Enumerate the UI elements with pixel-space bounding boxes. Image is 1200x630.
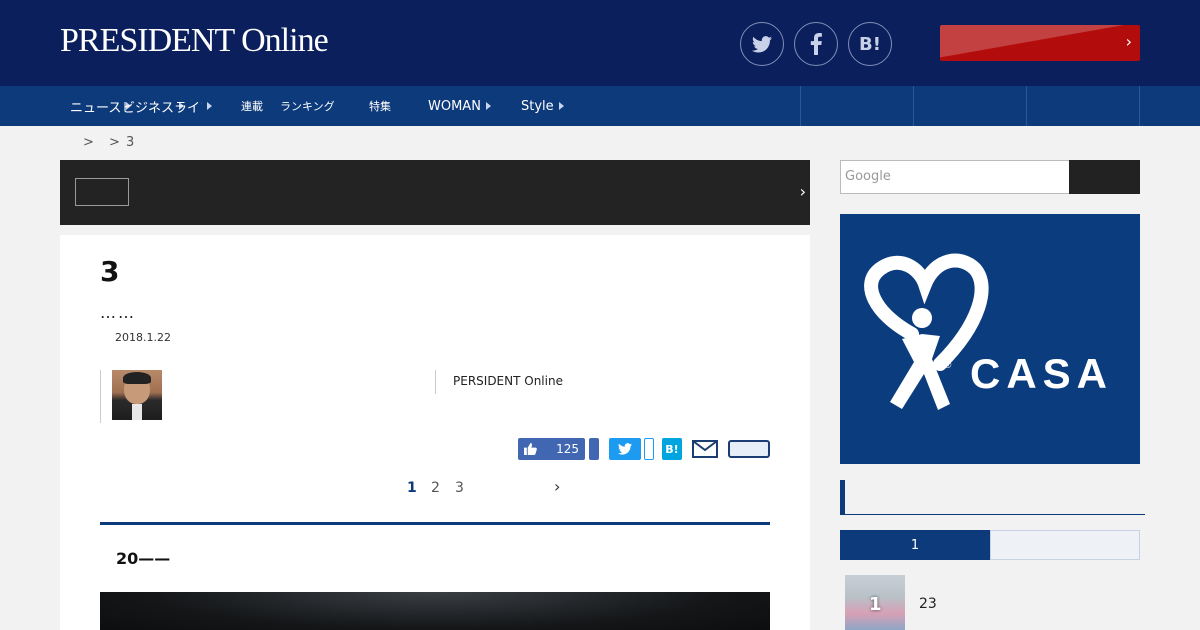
- nav-divider: [800, 86, 801, 126]
- page-link-3[interactable]: 3: [455, 480, 464, 496]
- twitter-icon: [752, 35, 772, 52]
- hatena-icon: B!: [859, 33, 881, 55]
- chevron-right-icon: ›: [1125, 32, 1132, 51]
- ranking-heading: [840, 480, 1145, 515]
- page-link-1[interactable]: 1: [407, 480, 417, 496]
- nav-label: ビジネス: [122, 100, 175, 116]
- breadcrumb-separator: >: [83, 135, 94, 150]
- twitter-share-button[interactable]: [740, 22, 784, 66]
- tweet-count-bubble: [644, 438, 654, 460]
- section-heading: 20——: [116, 549, 171, 568]
- nav-label: 連載: [241, 100, 263, 113]
- ranking-title[interactable]: 23: [919, 596, 937, 612]
- main-nav: ニュース ビジネス ライフスタイル 連載 ランキング 特集 WOMAN Styl…: [0, 86, 1200, 126]
- section-rule: [100, 522, 770, 525]
- nav-item-lifestyle[interactable]: ライフスタイル: [174, 86, 212, 126]
- nav-item-series[interactable]: 連載: [241, 86, 263, 126]
- share-extra-button[interactable]: [728, 440, 770, 458]
- casa-logo: ® CASA: [864, 253, 1113, 410]
- ad-brand: CASA: [970, 350, 1113, 397]
- site-logo[interactable]: PRESIDENT Online: [60, 22, 329, 60]
- article-photo: [100, 592, 770, 630]
- publisher-divider: [435, 370, 436, 394]
- facebook-share-button[interactable]: [589, 438, 599, 460]
- article-title: 3: [100, 255, 120, 288]
- author-avatar[interactable]: [112, 370, 162, 420]
- site-header: PRESIDENT Online B! ›: [0, 0, 1200, 86]
- twitter-icon: [618, 443, 632, 455]
- nav-label: 特集: [369, 100, 391, 113]
- nav-divider: [1139, 86, 1140, 126]
- nav-label: Style: [521, 98, 554, 114]
- next-page-chevron-icon[interactable]: ›: [554, 477, 560, 496]
- hatena-bookmark-button[interactable]: B!: [848, 22, 892, 66]
- nav-divider: [913, 86, 914, 126]
- casa-ad-banner[interactable]: ® CASA: [840, 214, 1140, 464]
- page-link-2[interactable]: 2: [431, 480, 440, 496]
- publisher-name: PERSIDENT Online: [453, 374, 563, 388]
- thumbs-up-icon: [524, 443, 537, 455]
- ad-registered-mark: ®: [944, 360, 952, 371]
- author-divider: [100, 370, 101, 423]
- caret-right-icon: [207, 102, 212, 110]
- nav-label: ニュース: [70, 100, 122, 116]
- nav-divider: [1026, 86, 1027, 126]
- button-shine: [940, 25, 1140, 61]
- premium-button[interactable]: ›: [940, 25, 1140, 61]
- facebook-like-button[interactable]: 125: [518, 438, 585, 460]
- series-label-box: [75, 178, 129, 206]
- ranking-number: 1: [869, 594, 882, 615]
- article-card: 3 …… 2018.1.22 PERSIDENT Online 125 B! 1…: [60, 235, 810, 630]
- nav-label: ライフスタイル: [174, 100, 202, 116]
- caret-right-icon: [485, 102, 491, 110]
- hatena-bookmark-button[interactable]: B!: [662, 438, 682, 460]
- avatar-hair: [123, 372, 151, 384]
- ranking-heading-bar: [840, 480, 845, 515]
- ranking-tab-active[interactable]: 1: [840, 530, 990, 560]
- facebook-icon: [810, 33, 822, 55]
- tweet-button[interactable]: [609, 438, 641, 460]
- hatena-icon: B!: [665, 442, 679, 456]
- search-input[interactable]: Google: [840, 160, 1070, 194]
- mail-icon: [692, 440, 718, 458]
- series-banner[interactable]: ›: [60, 160, 810, 225]
- facebook-share-button[interactable]: [794, 22, 838, 66]
- mail-share-button[interactable]: [692, 438, 718, 460]
- breadcrumb-current: 3: [126, 135, 135, 150]
- ranking-tab-inactive[interactable]: [990, 530, 1140, 560]
- avatar-shirt: [132, 404, 142, 420]
- nav-label: WOMAN: [428, 98, 481, 114]
- chevron-right-icon: ›: [799, 182, 806, 201]
- nav-item-ranking[interactable]: ランキング: [280, 86, 335, 126]
- article-date: 2018.1.22: [115, 331, 171, 344]
- nav-item-feature[interactable]: 特集: [369, 86, 391, 126]
- caret-right-icon: [558, 102, 564, 110]
- like-count: 125: [556, 442, 579, 456]
- nav-item-woman[interactable]: WOMAN: [428, 86, 491, 126]
- article-subtitle: ……: [100, 303, 136, 322]
- search-button[interactable]: [1069, 160, 1140, 194]
- nav-item-style[interactable]: Style: [521, 86, 564, 126]
- breadcrumb-separator: >: [109, 135, 120, 150]
- nav-label: ランキング: [280, 100, 335, 113]
